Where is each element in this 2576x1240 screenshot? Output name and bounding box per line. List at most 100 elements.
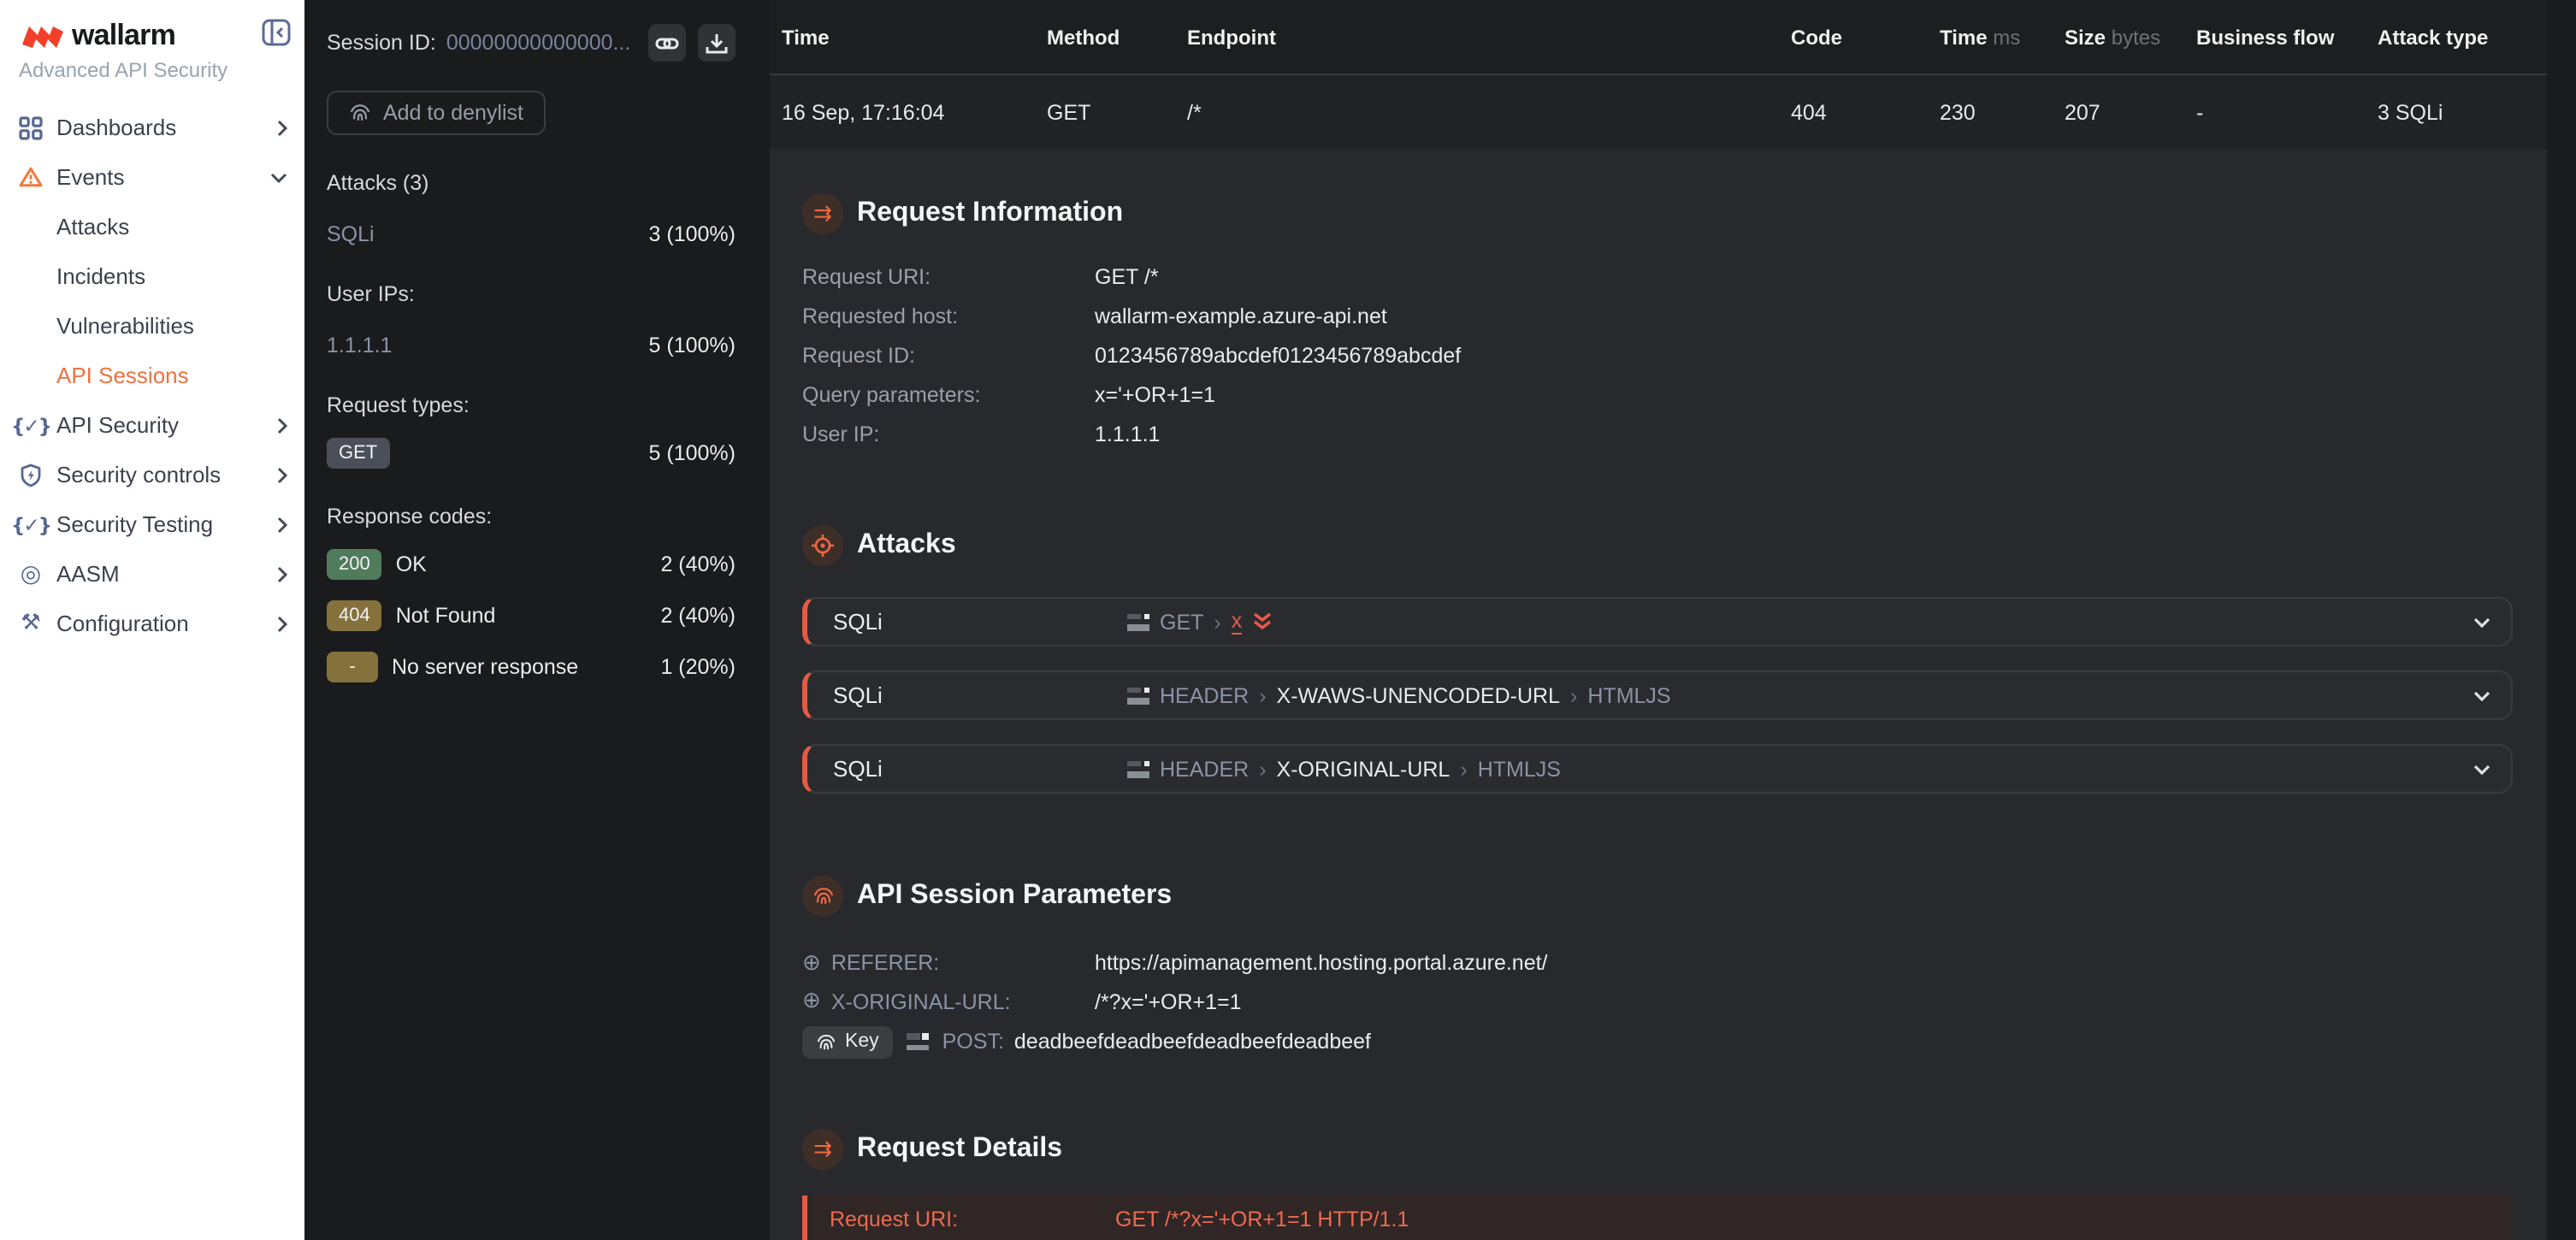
cell-endpoint: /*	[1187, 100, 1791, 124]
wallarm-logo-icon	[21, 22, 65, 50]
sidebar-item-label: AASM	[56, 561, 277, 587]
field-row: Request ID: 0123456789abcdef0123456789ab…	[802, 335, 2513, 375]
status-200-badge: 200	[327, 549, 382, 580]
details-scrollbar[interactable]	[2547, 0, 2576, 1240]
section-title: Request Information	[857, 198, 1123, 229]
warning-triangle-icon	[17, 166, 44, 188]
fingerprint-icon	[349, 103, 371, 123]
request-information-fields: Request URI: GET /* Requested host: wall…	[802, 257, 2513, 453]
cell-time: 16 Sep, 17:16:04	[782, 100, 1047, 124]
tools-icon: ⚒	[17, 612, 44, 635]
ip-stat-row: 1.1.1.1 5 (100%)	[327, 334, 736, 357]
sidebar-item-security-controls[interactable]: Security controls	[0, 450, 304, 499]
session-key-row: Key POST: deadbeefdeadbeefdeadbeefdeadbe…	[802, 1021, 2513, 1062]
sidebar-collapse-icon[interactable]	[262, 19, 291, 46]
attack-row[interactable]: SQLi HEADER › X-WAWS-UNENCODED-URL › HTM…	[802, 670, 2513, 720]
attack-stat-count: 3 (100%)	[649, 222, 736, 246]
cell-method: GET	[1047, 100, 1187, 124]
field-row: Request URI: GET /*	[802, 257, 2513, 296]
status-label: Not Found	[396, 604, 496, 628]
sidebar-item-api-sessions[interactable]: API Sessions	[0, 351, 304, 400]
col-business-flow: Business flow	[2196, 25, 2378, 49]
brand-name: wallarm	[72, 19, 175, 53]
col-endpoint: Endpoint	[1187, 25, 1791, 49]
copy-link-button[interactable]	[648, 24, 686, 62]
download-button[interactable]	[698, 24, 736, 62]
status-label: No server response	[392, 655, 578, 679]
status-404-badge: 404	[327, 600, 382, 631]
circled-plus-icon[interactable]: ⊕	[802, 953, 821, 975]
attack-parameter-link[interactable]: x	[1232, 609, 1243, 635]
parameter-icon	[1127, 760, 1149, 777]
attack-type-link[interactable]: SQLi	[327, 222, 375, 246]
sidebar-item-configuration[interactable]: ⚒ Configuration	[0, 599, 304, 648]
chevron-right-icon	[277, 615, 287, 632]
request-details-section-header: ⇉ Request Details	[802, 1129, 2513, 1170]
sidebar-item-aasm[interactable]: ◎ AASM	[0, 549, 304, 599]
chevron-right-icon	[277, 466, 287, 483]
col-time: Time	[782, 25, 1047, 49]
field-row: Query parameters: x='+OR+1=1	[802, 375, 2513, 414]
sidebar-item-attacks[interactable]: Attacks	[0, 202, 304, 251]
add-to-denylist-label: Add to denylist	[383, 101, 523, 125]
download-icon	[705, 32, 729, 54]
sidebar-item-vulnerabilities[interactable]: Vulnerabilities	[0, 301, 304, 351]
col-attack-type: Attack type	[2378, 25, 2547, 49]
cell-attack-type: 3 SQLi	[2378, 100, 2547, 124]
ip-stat-count: 5 (100%)	[649, 334, 736, 357]
main-area: Time Method Endpoint Code Time ms Size b…	[770, 0, 2576, 1240]
paired-arrows-icon: ⇉	[802, 1129, 843, 1170]
session-parameter-row: ⊕ REFERER: https://apimanagement.hosting…	[802, 944, 2513, 983]
double-chevron-down-icon	[1252, 612, 1273, 631]
section-title: Attacks	[857, 530, 956, 561]
session-parameter-row: ⊕ X-ORIGINAL-URL: /*?x='+OR+1=1	[802, 983, 2513, 1021]
session-id-label: Session ID:	[327, 31, 436, 55]
session-id-row: Session ID: 00000000000000...	[327, 24, 736, 62]
expand-chevron-icon[interactable]	[2473, 764, 2490, 774]
code-braces-icon: {✓}	[17, 512, 44, 536]
attack-type-label: SQLi	[833, 682, 1127, 708]
request-row[interactable]: 16 Sep, 17:16:04 GET /* 404 230 207 - 3 …	[770, 75, 2547, 149]
parameter-icon	[1127, 613, 1149, 630]
attack-row[interactable]: SQLi GET › x	[802, 597, 2513, 647]
field-row: Requested host: wallarm-example.azure-ap…	[802, 296, 2513, 335]
key-badge[interactable]: Key	[802, 1025, 893, 1058]
section-title: Request Details	[857, 1134, 1062, 1165]
sidebar-item-api-security[interactable]: {✓} API Security	[0, 400, 304, 450]
request-type-row: GET 5 (100%)	[327, 438, 736, 469]
fingerprint-icon	[802, 876, 843, 917]
session-id-value: 00000000000000...	[446, 31, 631, 55]
sidebar-item-label: Security Testing	[56, 511, 277, 537]
brand-subtitle: Advanced API Security	[0, 53, 304, 82]
attack-stat-row: SQLi 3 (100%)	[327, 222, 736, 246]
circled-plus-icon[interactable]: ⊕	[802, 991, 821, 1013]
sidebar-item-security-testing[interactable]: {✓} Security Testing	[0, 499, 304, 549]
expand-chevron-icon[interactable]	[2473, 690, 2490, 700]
attack-row[interactable]: SQLi HEADER › X-ORIGINAL-URL › HTMLJS	[802, 744, 2513, 794]
request-information-section-header: ⇉ Request Information	[802, 193, 2513, 234]
sidebar-item-incidents[interactable]: Incidents	[0, 251, 304, 301]
paired-arrows-icon: ⇉	[802, 193, 843, 234]
sidebar-item-dashboards[interactable]: Dashboards	[0, 103, 304, 152]
sidebar-item-events[interactable]: Events	[0, 152, 304, 202]
attacks-section-header: Attacks	[802, 525, 2513, 566]
target-circles-icon: ◎	[17, 562, 44, 586]
brand-logo: wallarm	[0, 0, 304, 53]
status-label: OK	[396, 552, 427, 576]
method-badge: GET	[327, 438, 389, 469]
col-size: Size bytes	[2065, 25, 2196, 49]
link-icon	[655, 32, 679, 54]
expand-chevron-icon[interactable]	[2473, 617, 2490, 627]
response-code-row: 404 Not Found 2 (40%)	[327, 600, 736, 631]
add-to-denylist-button[interactable]: Add to denylist	[327, 91, 546, 135]
cell-business-flow: -	[2196, 100, 2378, 124]
chevron-right-icon	[277, 565, 287, 582]
sidebar: wallarm Advanced API Security Dashboards	[0, 0, 304, 1240]
user-ip-link[interactable]: 1.1.1.1	[327, 334, 392, 357]
sidebar-item-label: API Sessions	[56, 363, 287, 388]
dashboards-grid-icon	[17, 115, 44, 139]
shield-bolt-icon	[17, 463, 44, 487]
requests-table-header: Time Method Endpoint Code Time ms Size b…	[770, 0, 2547, 75]
fingerprint-icon	[816, 1032, 836, 1051]
parameter-icon	[1127, 687, 1149, 704]
